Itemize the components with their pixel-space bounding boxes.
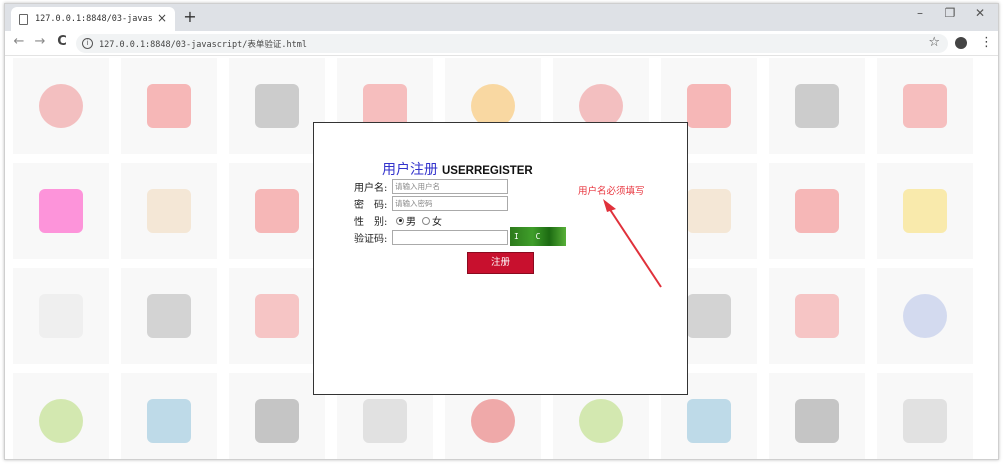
- kiwi-icon: [579, 399, 623, 443]
- cherry-icon: [471, 399, 515, 443]
- background-tile: [877, 373, 973, 459]
- tab-close-icon[interactable]: ×: [157, 11, 167, 25]
- background-tile: [877, 163, 973, 259]
- background-tile: [13, 268, 109, 364]
- background-tile: [121, 58, 217, 154]
- username-error-message: 用户名必须填写: [578, 186, 645, 197]
- captcha-input[interactable]: [392, 230, 508, 245]
- password-row: 密 码:: [354, 196, 508, 211]
- info-icon[interactable]: i: [82, 38, 93, 49]
- restore-button[interactable]: ❐: [935, 6, 965, 20]
- captcha-label: 验证码:: [354, 234, 388, 245]
- forward-button[interactable]: →: [32, 34, 48, 50]
- annotation-arrow-icon: [603, 199, 662, 288]
- beach-ball-icon: [903, 294, 947, 338]
- background-tile: [13, 163, 109, 259]
- tab-strip: 127.0.0.1:8848/03-javascript × + – ❐ ✕: [5, 4, 998, 31]
- laptop-icon: [147, 294, 191, 338]
- background-tile: [229, 58, 325, 154]
- gender-male-radio[interactable]: [396, 216, 404, 225]
- browser-toolbar: ← → C i 127.0.0.1:8848/03-javascript/表单验…: [5, 31, 998, 56]
- profile-avatar-icon[interactable]: [955, 37, 967, 49]
- gender-female-label: 女: [432, 217, 442, 228]
- milk-icon: [39, 294, 83, 338]
- captcha-row: 验证码:: [354, 230, 508, 245]
- gender-male-label: 男: [406, 217, 416, 228]
- umbrella-icon: [687, 399, 731, 443]
- background-tile: [229, 163, 325, 259]
- camera-icon: [255, 399, 299, 443]
- cocktail-icon: [39, 189, 83, 233]
- eggs-icon: [147, 189, 191, 233]
- username-input[interactable]: [392, 179, 508, 194]
- background-tile: [877, 268, 973, 364]
- background-tile: [13, 58, 109, 154]
- browser-window: 127.0.0.1:8848/03-javascript × + – ❐ ✕ ←…: [4, 3, 999, 460]
- tab-title: 127.0.0.1:8848/03-javascript: [35, 14, 153, 24]
- username-row: 用户名:: [354, 179, 508, 194]
- eggs-icon: [687, 189, 731, 233]
- gamepad-icon: [903, 399, 947, 443]
- document-icon: [19, 13, 28, 25]
- popcorn-icon: [147, 84, 191, 128]
- background-tile: [229, 268, 325, 364]
- minimize-button[interactable]: –: [905, 6, 935, 20]
- ipod-icon: [255, 294, 299, 338]
- popcorn-icon: [687, 84, 731, 128]
- background-tile: [121, 268, 217, 364]
- gamepad-icon: [363, 399, 407, 443]
- bookmark-star-icon[interactable]: ☆: [928, 35, 940, 50]
- background-tile: [229, 373, 325, 459]
- browser-tab[interactable]: 127.0.0.1:8848/03-javascript ×: [11, 7, 175, 31]
- camera-icon: [795, 399, 839, 443]
- gift-icon: [903, 84, 947, 128]
- banana-icon: [903, 189, 947, 233]
- new-tab-button[interactable]: +: [180, 7, 200, 27]
- form-title-en: USERREGISTER: [442, 165, 533, 177]
- sneaker-icon: [795, 189, 839, 233]
- page-viewport: 用户注册 USERREGISTER 用户名: 密 码: 性 别: 男 女 验证码:: [5, 57, 998, 459]
- apple-icon: [39, 84, 83, 128]
- back-button[interactable]: ←: [11, 34, 27, 50]
- ipod-icon: [795, 294, 839, 338]
- monitor-icon: [795, 84, 839, 128]
- background-tile: [877, 58, 973, 154]
- menu-icon[interactable]: ⋮: [980, 35, 993, 50]
- background-tile: [121, 163, 217, 259]
- gender-female-radio[interactable]: [422, 216, 430, 225]
- reload-button[interactable]: C: [54, 34, 70, 50]
- background-tile: [769, 268, 865, 364]
- background-tile: [769, 373, 865, 459]
- monitor-icon: [255, 84, 299, 128]
- address-url: 127.0.0.1:8848/03-javascript/表单验证.html: [99, 39, 307, 50]
- password-input[interactable]: [392, 196, 508, 211]
- captcha-image[interactable]: I C K X: [510, 227, 566, 260]
- background-tile: [769, 58, 865, 154]
- close-window-button[interactable]: ✕: [965, 6, 995, 20]
- gender-label: 性 别:: [354, 217, 388, 228]
- address-bar[interactable]: i 127.0.0.1:8848/03-javascript/表单验证.html…: [76, 34, 948, 53]
- kiwi-icon: [39, 399, 83, 443]
- sneaker-icon: [255, 189, 299, 233]
- background-tile: [769, 163, 865, 259]
- password-label: 密 码:: [354, 200, 388, 211]
- username-label: 用户名:: [354, 183, 388, 194]
- form-title-cn: 用户注册: [382, 162, 438, 178]
- background-tile: [13, 373, 109, 459]
- laptop-icon: [687, 294, 731, 338]
- register-button[interactable]: 注册: [467, 252, 534, 274]
- umbrella-icon: [147, 399, 191, 443]
- gender-row: 性 别: 男 女: [354, 213, 442, 228]
- background-tile: [121, 373, 217, 459]
- form-title: 用户注册 USERREGISTER: [382, 159, 533, 179]
